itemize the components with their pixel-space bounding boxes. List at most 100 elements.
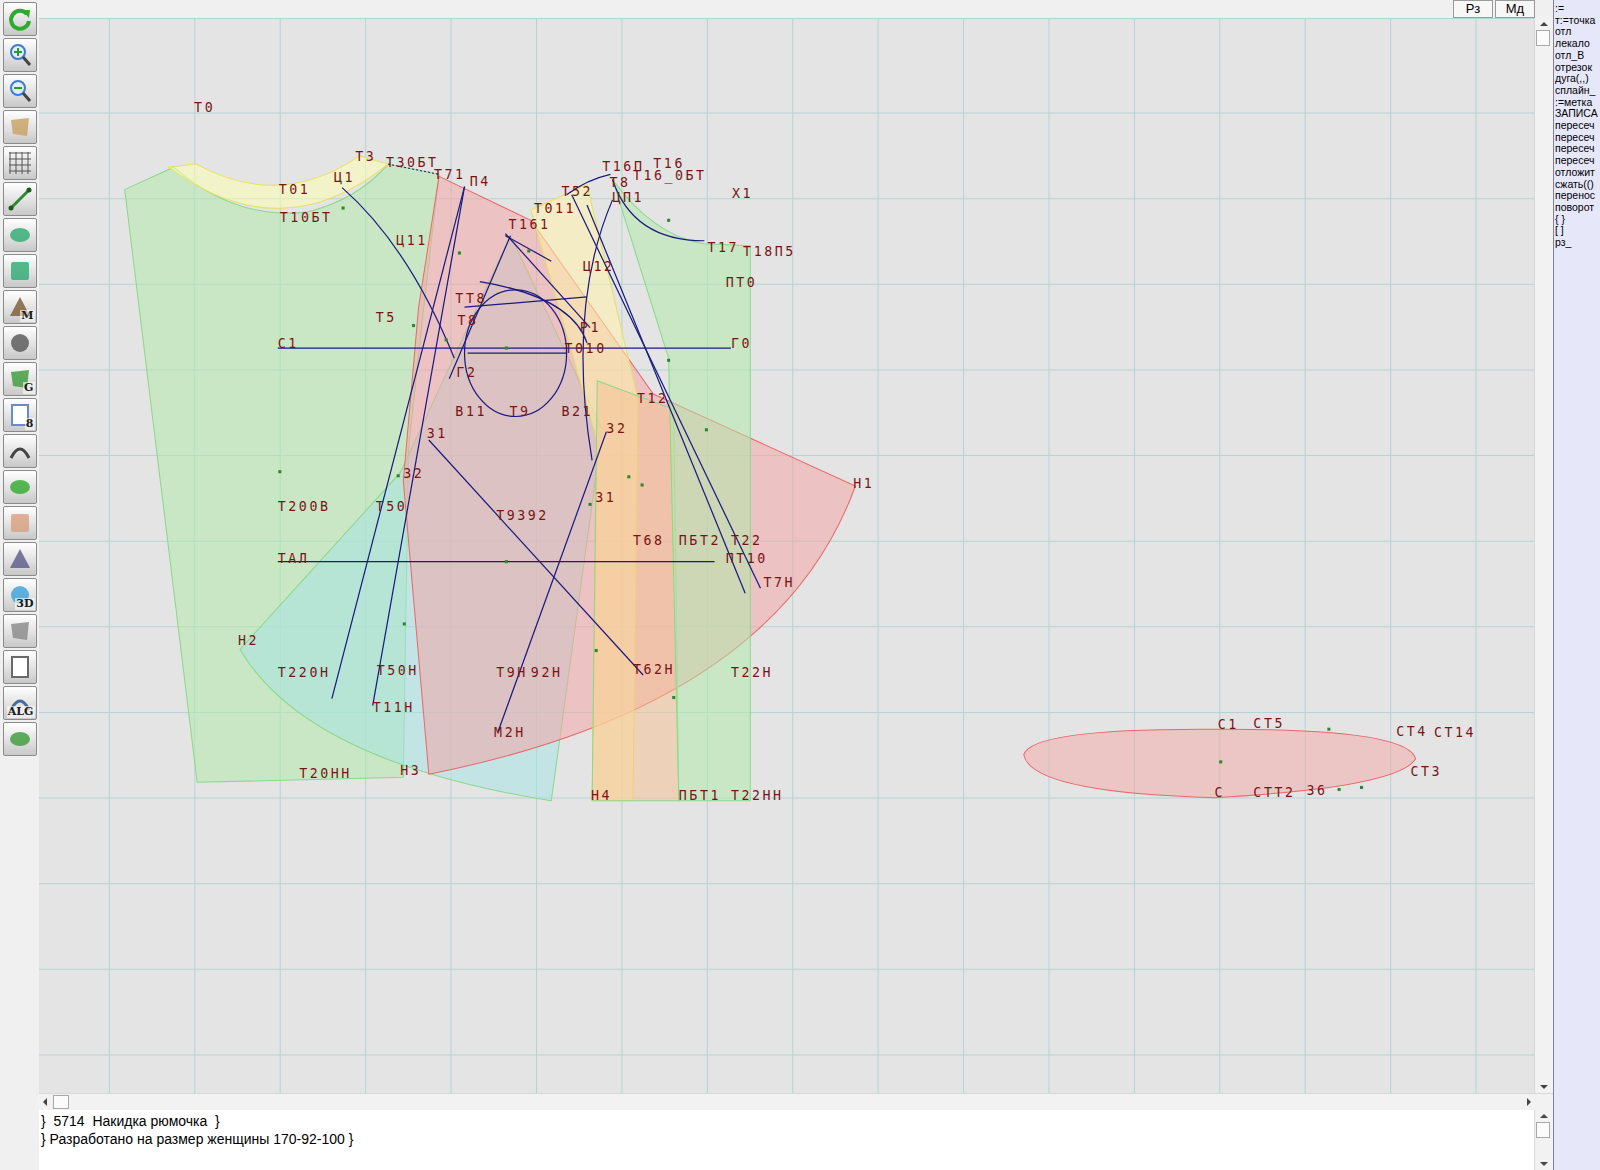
point-marker[interactable] (342, 207, 345, 210)
tool-button[interactable]: ALG (3, 686, 37, 720)
point-marker[interactable] (412, 324, 415, 327)
command-item[interactable]: пересеч (1555, 120, 1600, 132)
command-item[interactable]: перенос (1555, 190, 1600, 202)
point-label: В21 (561, 404, 593, 419)
tool-button[interactable] (3, 146, 37, 180)
tool-label: G (23, 382, 34, 394)
point-marker[interactable] (1327, 728, 1330, 731)
pattern-piece[interactable] (592, 381, 679, 801)
scroll-thumb[interactable] (1536, 1122, 1550, 1138)
tool-button[interactable] (3, 110, 37, 144)
point-label: С (1215, 785, 1226, 800)
command-item[interactable]: ЗАПИСА (1555, 108, 1600, 120)
mode-button[interactable]: Рз (1453, 0, 1493, 18)
point-label: З1 (427, 426, 448, 441)
command-item[interactable]: [ ] (1555, 225, 1600, 237)
point-marker[interactable] (667, 219, 670, 222)
tool-button[interactable]: M (3, 290, 37, 324)
tool-button[interactable] (3, 722, 37, 756)
scroll-thumb[interactable] (1536, 30, 1550, 46)
tool-button[interactable] (3, 614, 37, 648)
point-label: Т8 (609, 175, 630, 190)
scroll-up-icon[interactable] (1540, 1114, 1548, 1118)
tool-button[interactable] (3, 650, 37, 684)
point-marker[interactable] (397, 474, 400, 477)
tool-button[interactable] (3, 434, 37, 468)
point-label: Т52 (561, 184, 593, 199)
command-item[interactable]: поворот (1555, 202, 1600, 214)
command-item[interactable]: { } (1555, 214, 1600, 226)
command-item[interactable]: пересеч (1555, 143, 1600, 155)
point-marker[interactable] (505, 347, 508, 350)
point-label: Т22 (731, 533, 763, 548)
scroll-down-icon[interactable] (1540, 1085, 1548, 1089)
vertical-scrollbar[interactable] (1534, 18, 1553, 1093)
point-marker[interactable] (672, 696, 675, 699)
point-marker[interactable] (589, 503, 592, 506)
command-item[interactable]: отрезок (1555, 62, 1600, 74)
tool-button[interactable] (3, 2, 37, 36)
command-item[interactable]: := (1555, 3, 1600, 15)
point-label: В11 (455, 404, 487, 419)
point-marker[interactable] (1338, 788, 1341, 791)
scroll-up-icon[interactable] (1540, 22, 1548, 26)
point-marker[interactable] (445, 338, 448, 341)
point-marker[interactable] (505, 560, 508, 563)
command-item[interactable]: :=метка (1555, 97, 1600, 109)
point-label: Т01 (279, 182, 311, 197)
drawing-canvas[interactable]: Т0Т3Т30БТЦ1Т01Т10БТТ71П4Ц11Т16ПТ16Т16_0Б… (39, 18, 1534, 1094)
tool-button[interactable] (3, 470, 37, 504)
point-marker[interactable] (1360, 786, 1363, 789)
tool-button[interactable] (3, 218, 37, 252)
pattern-piece[interactable] (613, 179, 751, 800)
point-label: З2 (403, 466, 424, 481)
command-item[interactable]: отл_В (1555, 50, 1600, 62)
command-item[interactable]: пересеч (1555, 155, 1600, 167)
notes-panel: } 5714 Накидка рюмочка }} Разработано на… (39, 1110, 1553, 1170)
point-marker[interactable] (705, 428, 708, 431)
tool-button[interactable]: 8 (3, 398, 37, 432)
grid-line (1476, 19, 1477, 1094)
command-item[interactable]: сплайн_ (1555, 85, 1600, 97)
point-label: Т9Н (496, 665, 528, 680)
command-item[interactable]: т:=точка (1555, 15, 1600, 27)
command-item[interactable]: пересеч (1555, 132, 1600, 144)
point-marker[interactable] (641, 483, 644, 486)
tool-button[interactable] (3, 506, 37, 540)
point-marker[interactable] (595, 649, 598, 652)
notes-text[interactable]: } 5714 Накидка рюмочка }} Разработано на… (39, 1110, 1534, 1170)
command-item[interactable]: рз_ (1555, 237, 1600, 249)
tool-button[interactable] (3, 254, 37, 288)
scroll-right-icon[interactable] (1527, 1098, 1531, 1106)
point-marker[interactable] (278, 470, 281, 473)
scroll-down-icon[interactable] (1540, 1162, 1548, 1166)
tool-button[interactable] (3, 326, 37, 360)
line-icon (7, 186, 33, 212)
point-marker[interactable] (1219, 760, 1222, 763)
point-marker[interactable] (627, 475, 630, 478)
command-item[interactable]: дуга(,,) (1555, 73, 1600, 85)
tool-button[interactable]: 3D (3, 578, 37, 612)
grid-line (963, 19, 964, 1094)
tool-button[interactable]: G (3, 362, 37, 396)
point-marker[interactable] (667, 359, 670, 362)
command-item[interactable]: отл (1555, 26, 1600, 38)
workspace: РзМдТ0Т3Т30БТЦ1Т01Т10БТТ71П4Ц11Т16ПТ16Т1… (39, 0, 1553, 1170)
point-marker[interactable] (458, 251, 461, 254)
tool-button[interactable] (3, 182, 37, 216)
mode-button[interactable]: Мд (1495, 0, 1535, 18)
tool-button[interactable] (3, 38, 37, 72)
scroll-left-icon[interactable] (43, 1098, 47, 1106)
tool-icon (7, 438, 33, 464)
point-label: Г0 (731, 336, 752, 351)
horizontal-scrollbar[interactable] (39, 1093, 1553, 1110)
scroll-thumb[interactable] (53, 1095, 69, 1109)
tool-button[interactable] (3, 542, 37, 576)
command-item[interactable]: отложит (1555, 167, 1600, 179)
point-marker[interactable] (403, 622, 406, 625)
notes-scrollbar[interactable] (1534, 1110, 1553, 1170)
point-marker[interactable] (527, 249, 530, 252)
command-item[interactable]: сжать(() (1555, 179, 1600, 191)
command-item[interactable]: лекало (1555, 38, 1600, 50)
tool-button[interactable] (3, 74, 37, 108)
